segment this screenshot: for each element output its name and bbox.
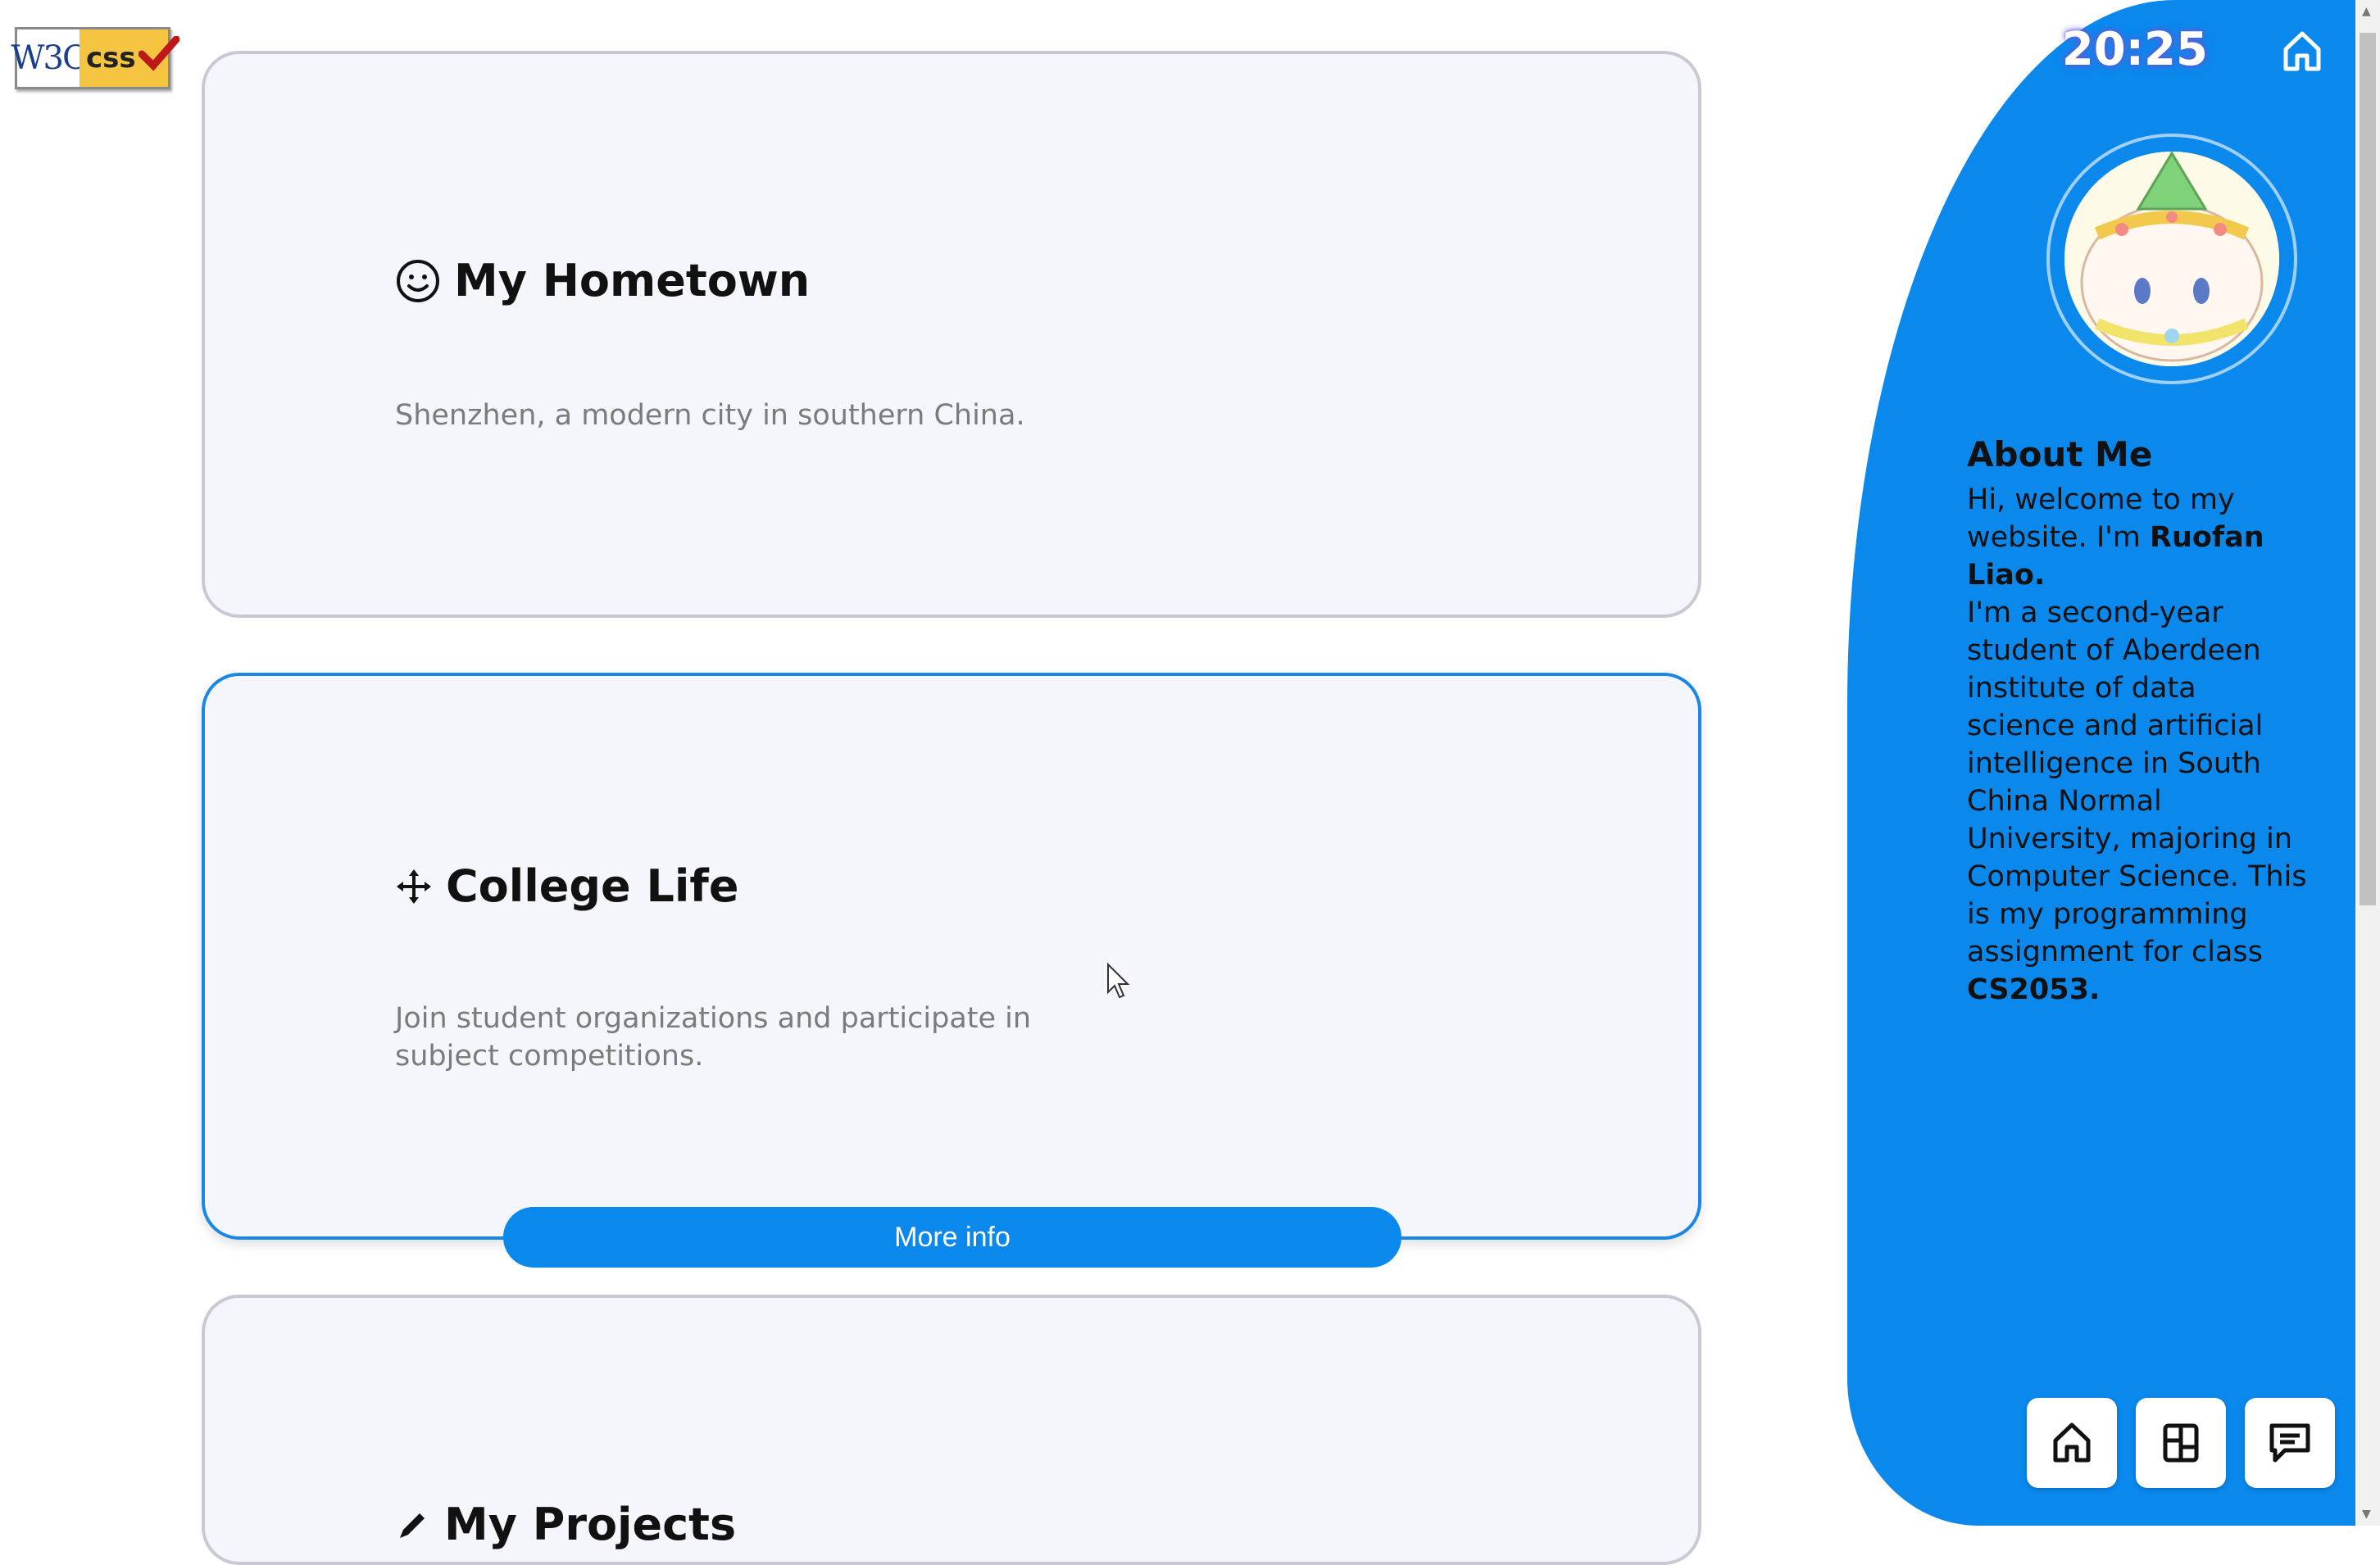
pen-icon (400, 1513, 425, 1538)
css-logo: css (79, 29, 179, 87)
w3c-logo: W3C (11, 29, 88, 87)
card-college-life[interactable]: College Life Join student organizations … (202, 673, 1701, 1240)
message-icon (2269, 1423, 2310, 1463)
card-description: Join student organizations and participa… (395, 1002, 1032, 1073)
about-text: Hi, welcome to my website. I'm Ruofan Li… (1967, 481, 2311, 1009)
card-title: My Hometown (395, 255, 810, 306)
nav-home-button[interactable] (2027, 1398, 2117, 1488)
css-label: css (86, 42, 136, 75)
more-info-button[interactable]: More info (503, 1207, 1401, 1268)
about-body: I'm a second-year student of Aberdeen in… (1967, 597, 2307, 968)
checkmark-icon (139, 36, 179, 71)
card-description: Shenzhen, a modern city in southern Chin… (395, 399, 1025, 432)
scroll-up-icon[interactable]: ▲ (2362, 5, 2371, 18)
course-code: CS2053. (1967, 973, 2101, 1006)
move-cross-icon (397, 869, 431, 904)
clock: 20:25 (2061, 23, 2208, 76)
home-icon[interactable] (2282, 29, 2323, 74)
card-title-text: My Projects (444, 1499, 737, 1550)
about-title: About Me (1967, 434, 2153, 474)
card-hometown[interactable]: My Hometown Shenzhen, a modern city in s… (202, 51, 1701, 618)
home-icon (2053, 1422, 2091, 1463)
avatar (2064, 152, 2279, 366)
card-title-text: My Hometown (454, 255, 811, 306)
w3c-css-badge[interactable]: W3C css (11, 27, 179, 89)
card-title: My Projects (395, 1499, 736, 1550)
card-my-projects[interactable]: My Projects (202, 1295, 1701, 1565)
smiley-icon (397, 259, 439, 302)
avatar-ring (2046, 134, 2297, 384)
card-title-text: College Life (446, 860, 739, 912)
nav-message-button[interactable] (2245, 1398, 2335, 1488)
layout-icon (2163, 1423, 2199, 1463)
page-scrollbar[interactable]: ▲ ▼ (2355, 0, 2380, 1526)
mouse-cursor-icon (1107, 963, 1130, 999)
nav-layout-button[interactable] (2136, 1398, 2226, 1488)
scroll-thumb[interactable] (2360, 33, 2376, 905)
scroll-down-icon[interactable]: ▼ (2362, 1508, 2371, 1521)
card-title: College Life (395, 860, 739, 912)
sheep-avatar-illustration (2064, 152, 2279, 366)
about-me-section: About Me Hi, welcome to my website. I'm … (1967, 434, 2311, 1009)
